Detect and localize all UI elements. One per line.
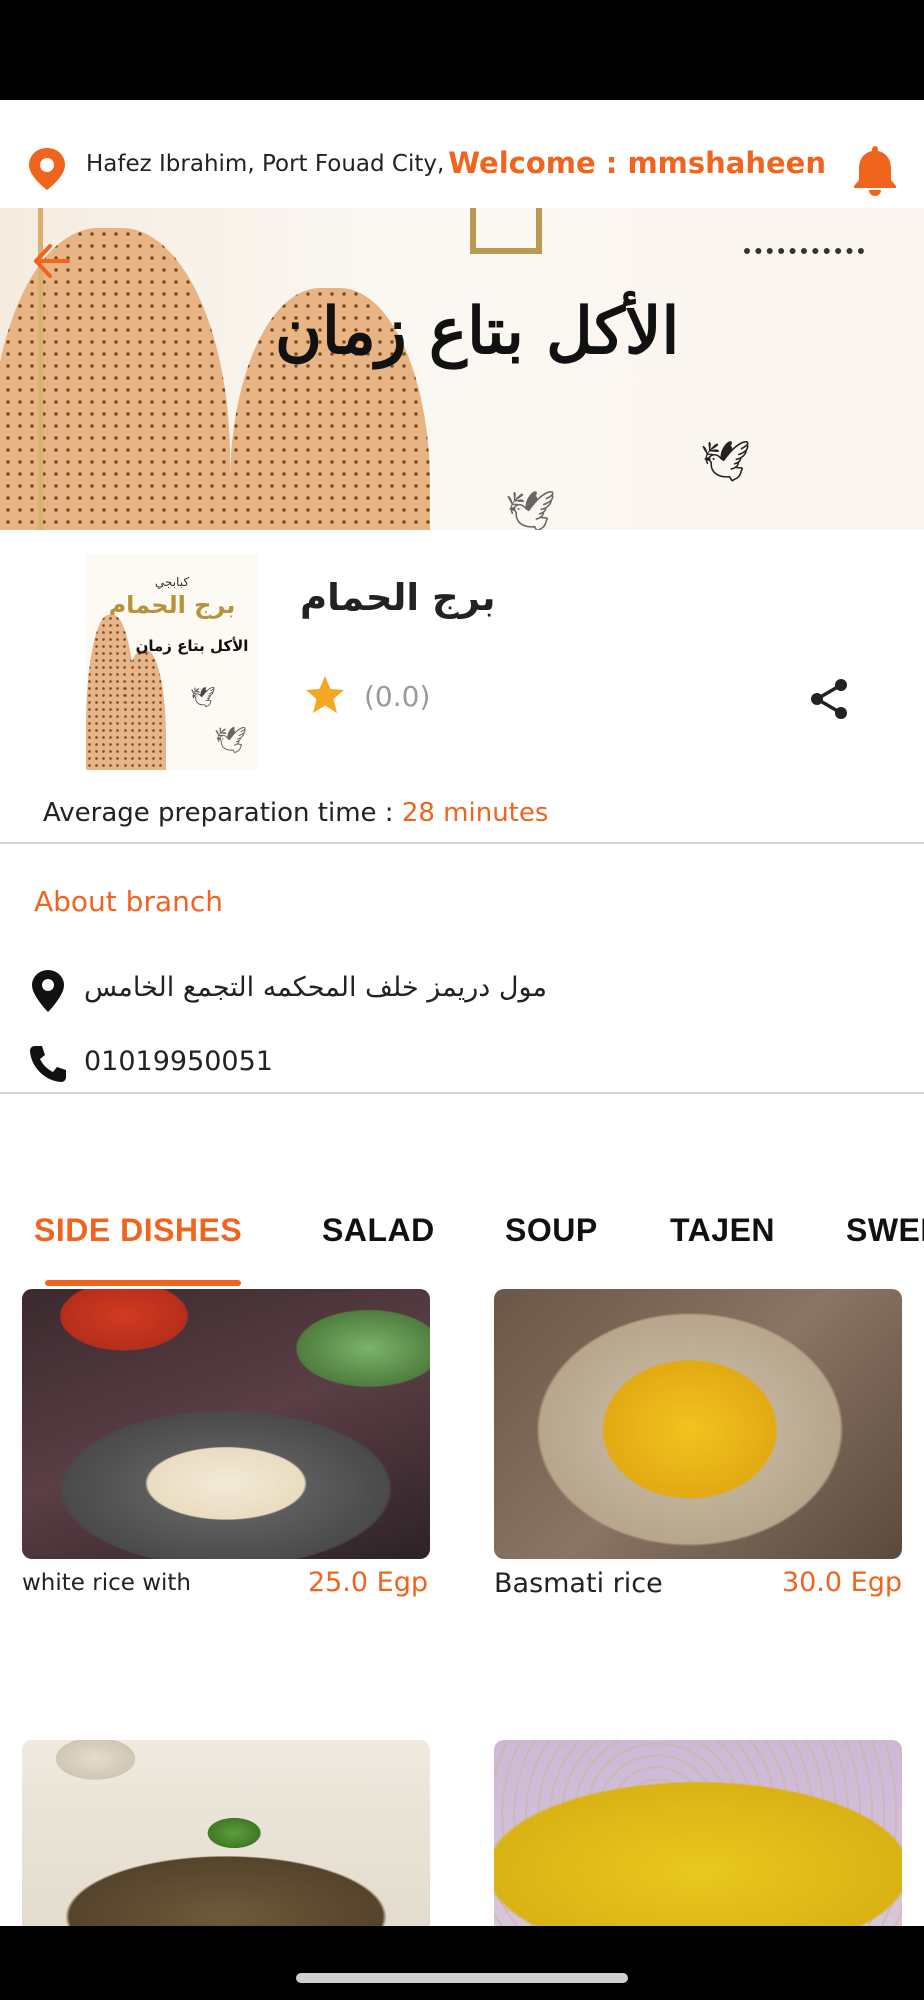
banner-slogan: الأكل بتاع زمان <box>275 294 680 369</box>
tab-salad[interactable]: SALAD <box>322 1212 435 1249</box>
dish-name[interactable]: white rice with <box>22 1570 191 1596</box>
bird-icon: 🕊 <box>190 687 216 709</box>
banner-lettering <box>470 208 542 254</box>
home-gesture-handle[interactable] <box>296 1973 628 1983</box>
system-navigation-bar <box>0 1926 924 2000</box>
branch-address: مول دريمز خلف المحكمه التجمع الخامس <box>84 972 547 1003</box>
delivery-location[interactable]: Hafez Ibrahim, Port Fouad City, <box>86 151 444 177</box>
active-tab-indicator <box>45 1280 241 1286</box>
restaurant-banner: الأكل بتاع زمان 🕊 🕊 <box>0 208 924 530</box>
divider <box>0 842 924 844</box>
location-pin-icon <box>32 970 64 1012</box>
banner-decoration <box>744 248 864 294</box>
preparation-time: Average preparation time : 28 minutes <box>43 798 548 828</box>
phone-icon <box>30 1046 66 1082</box>
welcome-text: Welcome : mmshaheen <box>448 146 826 180</box>
prep-value: 28 minutes <box>401 798 549 828</box>
back-arrow-icon[interactable] <box>28 238 74 284</box>
bird-icon: 🕊 <box>214 725 248 755</box>
logo-subtitle: الأكل بتاع زمان <box>135 637 249 655</box>
dish-image[interactable] <box>494 1289 902 1559</box>
bird-icon: 🕊 <box>700 440 751 484</box>
dish-price: 25.0 Egp <box>307 1567 428 1598</box>
dish-name[interactable]: Basmati rice <box>494 1568 663 1599</box>
dish-image[interactable] <box>494 1740 902 1926</box>
tab-sweets[interactable]: SWEETS <box>846 1212 924 1249</box>
star-icon <box>306 676 344 713</box>
divider <box>0 1092 924 1094</box>
tab-tajen[interactable]: TAJEN <box>670 1212 775 1249</box>
bird-icon: 🕊 <box>505 490 556 530</box>
branch-phone[interactable]: 01019950051 <box>84 1046 273 1077</box>
logo-top-text: كبابجي <box>154 575 190 589</box>
restaurant-logo: كبابجي برج الحمام الأكل بتاع زمان 🕊 🕊 <box>86 555 258 770</box>
tab-side-dishes[interactable]: SIDE DISHES <box>34 1212 242 1249</box>
tab-soup[interactable]: SOUP <box>505 1212 598 1249</box>
logo-tower <box>122 650 166 770</box>
bell-icon[interactable] <box>850 142 900 196</box>
about-branch-title: About branch <box>34 885 224 918</box>
category-tabs: SIDE DISHES SALAD SOUP TAJEN SWEETS <box>0 1200 924 1290</box>
rating-value: (0.0) <box>364 680 431 713</box>
share-icon[interactable] <box>806 676 852 722</box>
dish-image[interactable] <box>22 1740 430 1926</box>
status-bar <box>0 0 924 100</box>
dish-image[interactable] <box>22 1289 430 1559</box>
dish-price: 30.0 Egp <box>781 1567 902 1598</box>
prep-label: Average preparation time : <box>43 798 402 828</box>
restaurant-name: برج الحمام <box>300 576 496 619</box>
location-pin-icon[interactable] <box>24 146 70 192</box>
